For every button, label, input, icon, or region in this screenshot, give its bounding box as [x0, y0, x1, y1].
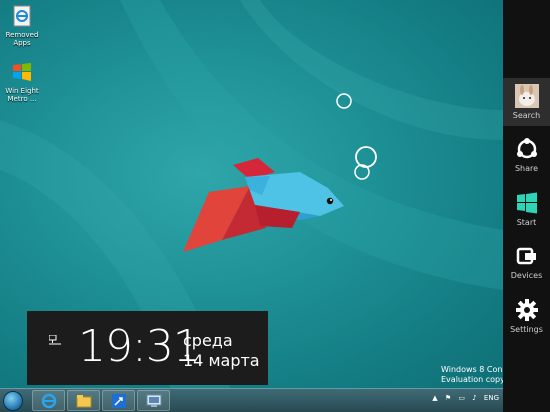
- windows-flag-icon: [13, 63, 31, 81]
- desktop-icon-removed-apps[interactable]: Removed Apps: [0, 5, 44, 47]
- charm-label: Devices: [510, 271, 543, 280]
- evaluation-watermark: Windows 8 Consu Evaluation copy: [441, 365, 503, 385]
- system-tray: ▲ ⚑ ▭ ♪ ENG: [427, 394, 499, 402]
- remote-desktop-icon: [146, 394, 162, 407]
- network-tray-icon[interactable]: ▭: [458, 394, 465, 402]
- desktop-icon-label: Win Eight Metro ...: [5, 87, 39, 103]
- tray-arrow-icon[interactable]: ▲: [432, 394, 437, 402]
- ie-file-icon: [13, 5, 31, 27]
- file-explorer-icon: [76, 395, 92, 408]
- clock-day-of-week: среда: [183, 331, 233, 350]
- network-icon: [49, 335, 61, 345]
- charm-settings[interactable]: Settings: [503, 298, 550, 340]
- charm-share[interactable]: Share: [503, 137, 550, 179]
- action-center-flag-icon[interactable]: ⚑: [445, 394, 451, 402]
- clock-date: 14 марта: [183, 351, 260, 370]
- desktop-icon-label: Removed Apps: [5, 31, 39, 47]
- clock-time: 19:31: [78, 321, 201, 372]
- taskbar-remote-desktop[interactable]: [137, 390, 170, 411]
- charm-label: Share: [514, 164, 539, 173]
- desktop-icon-win-eight-metro[interactable]: Win Eight Metro ...: [0, 61, 44, 103]
- charm-devices[interactable]: Devices: [503, 244, 550, 286]
- charm-label: Search: [512, 111, 541, 120]
- gear-icon: [515, 299, 538, 321]
- watermark-line: Windows 8 Consu: [441, 365, 503, 374]
- taskbar-internet-explorer[interactable]: [32, 390, 65, 411]
- internet-explorer-icon: [41, 393, 57, 409]
- devices-icon: [516, 247, 536, 265]
- desktop[interactable]: Removed Apps Win Eight Metro ... 19:31 с…: [0, 0, 503, 388]
- charm-label: Start: [516, 218, 537, 227]
- taskbar-metro-app[interactable]: [102, 390, 135, 411]
- charm-start[interactable]: Start: [503, 191, 550, 233]
- windows-logo-icon: [516, 192, 537, 214]
- charm-label: Settings: [510, 325, 543, 334]
- metro-app-icon: [112, 394, 126, 408]
- search-avatar-icon: [514, 84, 539, 108]
- taskbar-file-explorer[interactable]: [67, 390, 100, 411]
- clock-panel: 19:31 среда 14 марта: [27, 311, 268, 385]
- language-indicator[interactable]: ENG: [484, 394, 499, 402]
- start-button[interactable]: [3, 391, 23, 411]
- volume-icon[interactable]: ♪: [472, 394, 476, 402]
- taskbar: ▲ ⚑ ▭ ♪ ENG: [0, 388, 503, 412]
- watermark-line: Evaluation copy: [441, 375, 503, 384]
- charm-search[interactable]: Search: [503, 78, 550, 126]
- charms-bar: Search Share Start Devices Settings: [503, 0, 550, 412]
- share-icon: [516, 138, 537, 159]
